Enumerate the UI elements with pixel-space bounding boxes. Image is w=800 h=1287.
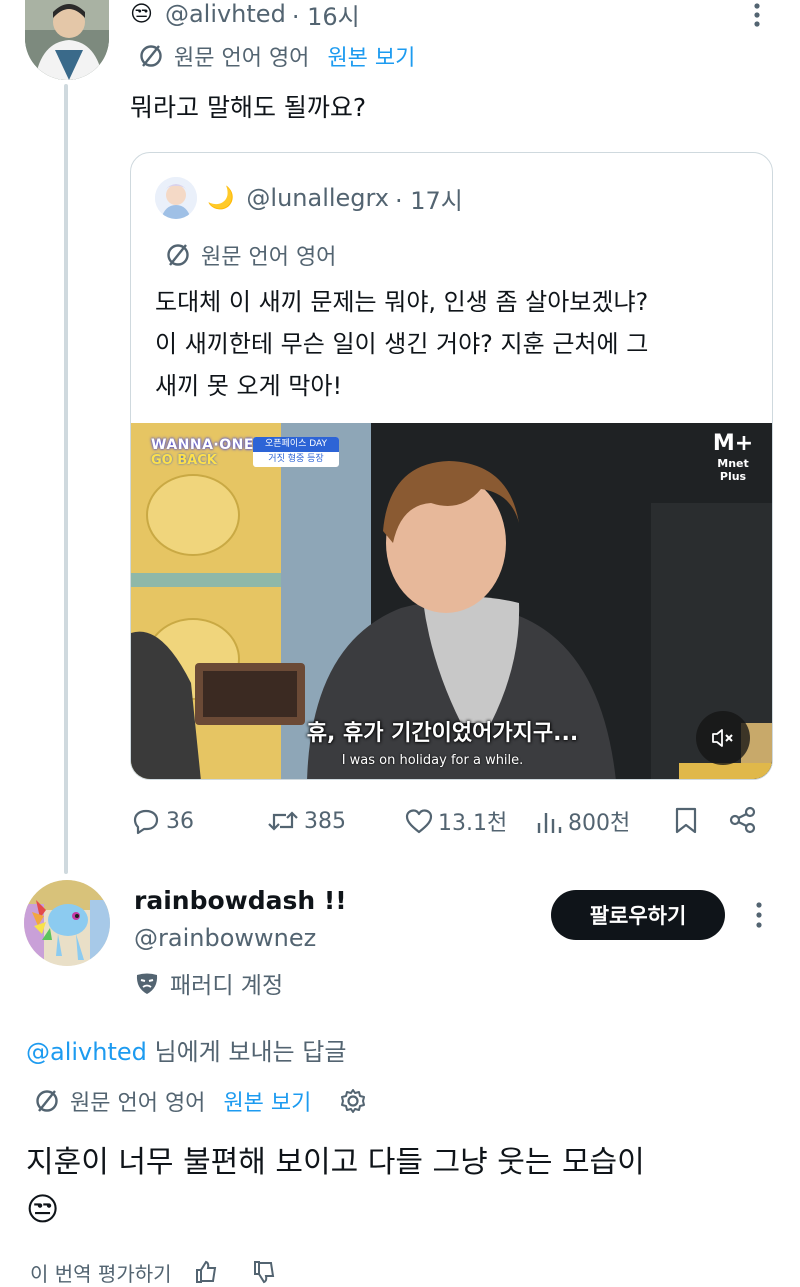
user-handle[interactable]: @alivhted (165, 0, 286, 28)
tweet-header: 😒 @alivhted · 16시 (130, 0, 360, 31)
reply-user-name[interactable]: rainbowdash !! (134, 886, 347, 915)
quote-header: 🌙 @lunallegrx · 17시 (207, 181, 463, 215)
views-button[interactable]: 800천 (536, 804, 630, 838)
thumbs-up-icon[interactable] (194, 1260, 218, 1284)
parody-label: 패러디 계정 (134, 966, 283, 1000)
reply-user-handle[interactable]: @rainbowwnez (134, 924, 316, 952)
status-emoji: 😒 (130, 1, 153, 27)
quote-user-handle[interactable]: @lunallegrx (246, 184, 389, 212)
translate-icon (34, 1088, 60, 1114)
channel-logo: M+ Mnet Plus (703, 431, 763, 483)
translate-icon (165, 242, 191, 268)
bookmark-icon (674, 806, 698, 834)
replying-to-handle[interactable]: @alivhted (26, 1038, 147, 1066)
heart-icon (404, 807, 434, 835)
share-button[interactable] (728, 806, 758, 834)
quote-tweet-card[interactable]: 🌙 @lunallegrx · 17시 원문 언어 영어 도대체 이 새끼 문제… (130, 152, 773, 780)
replying-to: @alivhted 님에게 보내는 답글 (26, 1032, 346, 1067)
channel-logo-mark: M+ (712, 431, 754, 456)
tweet-text: 뭐라고 말해도 될까요? (130, 93, 367, 122)
quote-text-line: 새끼 못 오게 막아! (155, 372, 343, 400)
tweet-time[interactable]: · 16시 (292, 0, 360, 32)
view-original-link[interactable]: 원본 보기 (327, 40, 415, 72)
mute-button[interactable] (696, 711, 750, 765)
analytics-icon (536, 807, 562, 835)
reply-view-original-link[interactable]: 원본 보기 (223, 1085, 311, 1117)
translation-label: 원문 언어 영어 (174, 46, 310, 71)
retweet-count: 385 (304, 808, 346, 834)
episode-badge-top: 오픈페이스 DAY (253, 437, 339, 452)
more-icon[interactable] (750, 2, 764, 28)
quote-text-line: 이 새끼한테 무슨 일이 생긴 거야? 지훈 근처에 그 (155, 330, 649, 358)
replying-to-suffix: 님에게 보내는 답글 (146, 1038, 347, 1066)
quote-user-avatar[interactable] (155, 177, 197, 219)
reply-more-icon[interactable] (752, 901, 766, 929)
thread-line (64, 84, 68, 874)
rate-translation-row: 이 번역 평가하기 (30, 1260, 276, 1286)
reply-translation-bar: 원문 언어 영어 원본 보기 (34, 1084, 367, 1118)
quote-text: 도대체 이 새끼 문제는 뭐야, 인생 좀 살아보겠냐? 이 새끼한테 무슨 일… (155, 281, 765, 407)
video-subtitles: 휴, 휴가 기간이었어가지구... I was on holiday for a… (131, 715, 772, 768)
like-button[interactable]: 13.1천 (404, 804, 507, 838)
settings-gear-icon[interactable] (339, 1087, 367, 1115)
reply-text-line: 지훈이 너무 불편해 보이고 다들 그냥 웃는 모습이 (26, 1145, 645, 1180)
share-icon (728, 806, 758, 834)
parody-label-text: 패러디 계정 (170, 973, 284, 999)
episode-badge-bottom: 거짓 형중 등장 (268, 454, 324, 464)
reply-text: 지훈이 너무 불편해 보이고 다들 그냥 웃는 모습이 😒 (26, 1140, 786, 1232)
moon-emoji: 🌙 (207, 185, 235, 211)
reply-emoji: 😒 (26, 1190, 60, 1228)
bookmark-button[interactable] (674, 806, 698, 834)
quote-text-line: 도대체 이 새끼 문제는 뭐야, 인생 좀 살아보겠냐? (155, 288, 649, 316)
follow-button[interactable]: 팔로우하기 (551, 890, 725, 940)
subtitle-korean: 휴, 휴가 기간이었어가지구... (306, 721, 579, 746)
like-count: 13.1천 (438, 811, 508, 836)
quote-translation-bar: 원문 언어 영어 (165, 239, 336, 271)
quote-translation-label: 원문 언어 영어 (201, 245, 337, 270)
reply-button[interactable]: 36 (132, 804, 194, 838)
reply-count: 36 (166, 808, 194, 834)
channel-name: Mnet Plus (717, 457, 749, 483)
rate-translation-label[interactable]: 이 번역 평가하기 (30, 1258, 172, 1287)
speaker-muted-icon (710, 727, 736, 749)
reply-icon (132, 807, 160, 835)
subtitle-english: I was on holiday for a while. (341, 753, 524, 768)
retweet-button[interactable]: 385 (266, 804, 346, 838)
user-avatar[interactable] (25, 0, 109, 80)
reply-user-avatar[interactable] (24, 880, 110, 966)
views-count: 800천 (568, 811, 631, 836)
thumbs-down-icon[interactable] (252, 1260, 276, 1284)
translate-icon (138, 43, 164, 69)
video-player[interactable]: WANNA·ONE GO BACK 오픈페이스 DAY 거짓 형중 등장 M+ … (131, 423, 772, 779)
episode-badge: 오픈페이스 DAY 거짓 형중 등장 (253, 437, 339, 467)
reply-translation-label: 원문 언어 영어 (70, 1091, 206, 1116)
parody-mask-icon (134, 970, 160, 996)
translation-bar: 원문 언어 영어 원본 보기 (138, 40, 415, 72)
retweet-icon (266, 807, 300, 835)
quote-tweet-time[interactable]: · 17시 (395, 181, 463, 216)
